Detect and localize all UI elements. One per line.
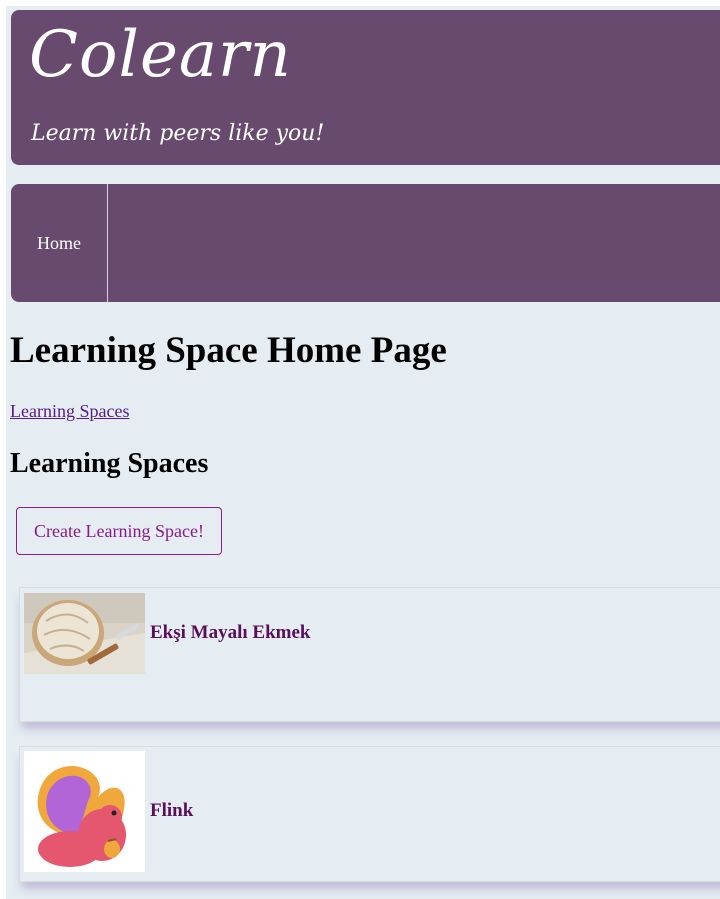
bread-image bbox=[24, 593, 145, 674]
learning-space-title[interactable]: Ekşi Mayalı Ekmek bbox=[150, 622, 310, 644]
learning-space-card[interactable]: Flink bbox=[19, 746, 720, 882]
learning-space-title[interactable]: Flink bbox=[150, 800, 193, 822]
page-title: Learning Space Home Page bbox=[10, 330, 447, 371]
page: Colearn Learn with peers like you! Home … bbox=[6, 6, 720, 899]
brand-logo[interactable]: Colearn bbox=[29, 18, 292, 92]
breadcrumb-learning-spaces[interactable]: Learning Spaces bbox=[10, 401, 129, 422]
section-title: Learning Spaces bbox=[10, 448, 209, 479]
tagline: Learn with peers like you! bbox=[31, 121, 325, 146]
create-learning-space-button[interactable]: Create Learning Space! bbox=[16, 507, 222, 555]
flink-squirrel-logo bbox=[24, 751, 145, 872]
nav-item-home[interactable]: Home bbox=[11, 184, 108, 302]
learning-space-card[interactable]: Ekşi Mayalı Ekmek bbox=[19, 587, 720, 722]
navbar: Home bbox=[11, 184, 720, 302]
site-header: Colearn Learn with peers like you! bbox=[11, 10, 720, 165]
